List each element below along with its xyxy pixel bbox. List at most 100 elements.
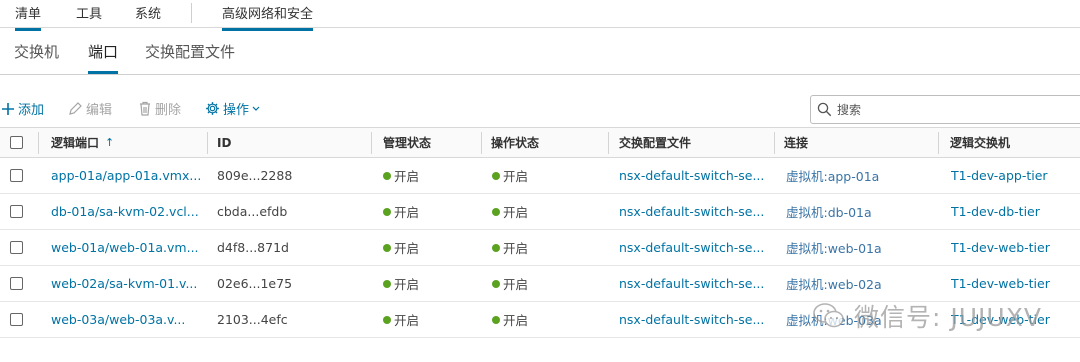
sub-tabs: 交换机 端口 交换配置文件 — [0, 28, 1080, 75]
logical-port-link[interactable]: web-03a/web-03a.v... — [51, 302, 185, 337]
logical-port-link[interactable]: db-01a/sa-kvm-02.vcl... — [51, 194, 199, 229]
column-divider[interactable] — [774, 132, 775, 154]
pencil-icon — [69, 102, 82, 115]
port-id: d4f8...871d — [217, 240, 289, 255]
admin-status: 开启 — [383, 230, 419, 265]
search-icon — [817, 102, 832, 117]
nav-advanced-networking[interactable]: 高级网络和安全 — [222, 3, 314, 31]
trash-icon — [140, 101, 150, 116]
column-divider[interactable] — [371, 132, 372, 154]
admin-status: 开启 — [383, 158, 419, 193]
admin-status-label: 开启 — [394, 313, 420, 328]
oper-status: 开启 — [492, 302, 528, 337]
tab-switches[interactable]: 交换机 — [14, 41, 59, 71]
edit-label: 编辑 — [86, 103, 113, 118]
nav-inventory[interactable]: 清单 — [15, 3, 42, 31]
delete-label: 删除 — [155, 103, 182, 118]
nav-tools[interactable]: 工具 — [76, 3, 102, 28]
col-header-admin-status[interactable]: 管理状态 — [383, 128, 431, 157]
select-all-cell — [10, 128, 23, 157]
logical-port-link[interactable]: app-01a/app-01a.vmx... — [51, 158, 201, 193]
status-up-dot — [492, 171, 500, 180]
nav-divider — [191, 3, 192, 23]
row-select-cell — [10, 230, 23, 265]
status-up-dot — [492, 315, 500, 324]
oper-status-label: 开启 — [503, 277, 529, 292]
gear-icon — [206, 102, 219, 115]
col-header-logical-port[interactable]: 逻辑端口 ↑ — [51, 128, 114, 157]
actions-menu-button[interactable]: 操作 — [205, 99, 260, 118]
admin-status-label: 开启 — [394, 169, 420, 184]
tab-ports[interactable]: 端口 — [88, 41, 119, 74]
status-up-dot — [383, 171, 391, 180]
row-checkbox[interactable] — [10, 205, 23, 218]
col-header-connection[interactable]: 连接 — [784, 128, 808, 157]
row-checkbox[interactable] — [10, 313, 23, 326]
logical-switch-link[interactable]: T1-dev-db-tier — [951, 194, 1040, 229]
row-select-cell — [10, 266, 23, 301]
connection-link[interactable]: 虚拟机:web-01a — [786, 230, 882, 265]
edit-button[interactable]: 编辑 — [68, 99, 112, 118]
column-divider[interactable] — [608, 132, 609, 154]
oper-status-label: 开启 — [503, 241, 529, 256]
row-checkbox[interactable] — [10, 241, 23, 254]
add-button[interactable]: 添加 — [1, 99, 44, 118]
chevron-down-icon — [252, 106, 260, 111]
plus-icon — [2, 102, 14, 115]
add-label: 添加 — [18, 103, 45, 118]
admin-status: 开启 — [383, 194, 419, 229]
delete-button[interactable]: 删除 — [138, 99, 181, 118]
row-select-cell — [10, 194, 23, 229]
col-header-switching-profile[interactable]: 交换配置文件 — [619, 128, 691, 157]
admin-status-label: 开启 — [394, 205, 420, 220]
table-row[interactable]: web-01a/web-01a.vm... d4f8...871d 开启 开启 … — [0, 230, 1080, 266]
col-label: 逻辑端口 — [51, 136, 100, 150]
column-divider[interactable] — [938, 132, 939, 154]
sort-ascending-icon: ↑ — [105, 136, 115, 149]
table-row[interactable]: app-01a/app-01a.vmx... 809e...2288 开启 开启… — [0, 158, 1080, 194]
admin-status: 开启 — [383, 266, 419, 301]
oper-status-label: 开启 — [503, 169, 529, 184]
oper-status: 开启 — [492, 194, 528, 229]
col-header-oper-status[interactable]: 操作状态 — [491, 128, 539, 157]
port-id: cbda...efdb — [217, 204, 288, 219]
col-header-id[interactable]: ID — [217, 128, 231, 157]
search-box[interactable] — [810, 95, 1080, 124]
switching-profile-link[interactable]: nsx-default-switch-se... — [619, 230, 764, 265]
table-header: 逻辑端口 ↑ ID 管理状态 操作状态 交换配置文件 连接 逻辑交换机 — [0, 127, 1080, 158]
top-nav: 清单 工具 系统 高级网络和安全 — [0, 0, 1080, 31]
connection-link[interactable]: 虚拟机:db-01a — [786, 194, 872, 229]
nav-system[interactable]: 系统 — [135, 3, 161, 28]
col-header-logical-switch[interactable]: 逻辑交换机 — [950, 128, 1010, 157]
admin-status-label: 开启 — [394, 241, 420, 256]
row-checkbox[interactable] — [10, 169, 23, 182]
column-divider[interactable] — [38, 132, 39, 154]
switching-profile-link[interactable]: nsx-default-switch-se... — [619, 302, 764, 337]
table-row[interactable]: db-01a/sa-kvm-02.vcl... cbda...efdb 开启 开… — [0, 194, 1080, 230]
logical-switch-link[interactable]: T1-dev-web-tier — [951, 230, 1050, 265]
logical-switch-link[interactable]: T1-dev-app-tier — [951, 158, 1048, 193]
tab-switching-profiles[interactable]: 交换配置文件 — [145, 41, 235, 71]
row-checkbox[interactable] — [10, 277, 23, 290]
admin-status: 开启 — [383, 302, 419, 337]
row-select-cell — [10, 302, 23, 337]
status-up-dot — [492, 243, 500, 252]
oper-status: 开启 — [492, 158, 528, 193]
logical-port-link[interactable]: web-02a/sa-kvm-01.v... — [51, 266, 197, 301]
search-input[interactable] — [837, 102, 1077, 117]
port-id: 809e...2288 — [217, 168, 293, 183]
switching-profile-link[interactable]: nsx-default-switch-se... — [619, 266, 764, 301]
column-divider[interactable] — [481, 132, 482, 154]
connection-link[interactable]: 虚拟机:app-01a — [786, 158, 879, 193]
select-all-checkbox[interactable] — [10, 136, 23, 149]
watermark: 微信号: JUJUXV — [812, 296, 1042, 336]
status-up-dot — [492, 207, 500, 216]
oper-status-label: 开启 — [503, 205, 529, 220]
actions-label: 操作 — [223, 103, 250, 118]
logical-port-link[interactable]: web-01a/web-01a.vm... — [51, 230, 199, 265]
switching-profile-link[interactable]: nsx-default-switch-se... — [619, 194, 764, 229]
status-up-dot — [383, 279, 391, 288]
column-divider[interactable] — [207, 132, 208, 154]
switching-profile-link[interactable]: nsx-default-switch-se... — [619, 158, 764, 193]
port-id: 02e6...1e75 — [217, 276, 293, 291]
